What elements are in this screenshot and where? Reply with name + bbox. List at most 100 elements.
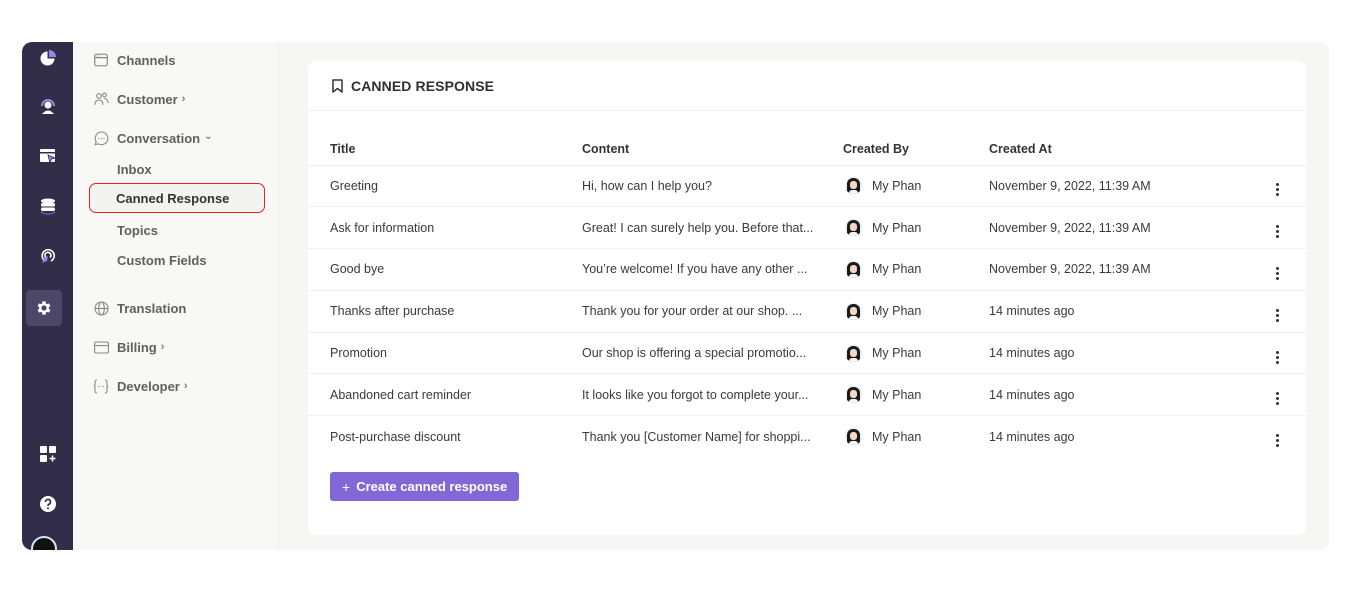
cell-title: Ask for information [330,220,435,235]
cell-title: Promotion [330,346,387,361]
rail-item-help[interactable] [22,488,73,520]
user-avatar[interactable] [31,536,57,550]
cell-created-by: My Phan [843,332,989,374]
gear-icon [35,299,53,317]
rail-item-widget[interactable] [22,140,73,172]
table-row[interactable]: Promotion Our shop is offering a special… [308,332,1306,374]
table-row[interactable]: Greeting Hi, how can I help you? My Phan… [308,165,1306,207]
chevron-down-icon: ⌄ [204,130,213,142]
column-header-content[interactable]: Content [582,137,843,165]
nav-label: Channels [117,52,176,68]
cell-created-at: 14 minutes ago [989,429,1075,444]
nav-label: Developer [117,378,180,394]
nav-item-billing[interactable]: Billing › [93,337,164,357]
page-title: CANNED RESPONSE [351,77,495,94]
bookmark-icon [332,78,343,93]
rail-item-engage[interactable] [22,240,73,272]
more-options-icon[interactable] [1276,392,1279,406]
more-options-icon[interactable] [1276,183,1279,197]
nav-item-inbox[interactable]: Inbox [117,159,152,179]
card-header: CANNED RESPONSE [308,61,1306,111]
plus-icon: + [342,478,351,495]
cell-created-at: November 9, 2022, 11:39 AM [989,262,1151,277]
creator-name: My Phan [872,262,922,277]
rail-item-data[interactable] [22,190,73,222]
database-icon [39,197,57,215]
cell-created-by: My Phan [843,249,989,291]
pie-chart-icon [39,49,57,67]
creator-name: My Phan [872,220,922,235]
cell-content: It looks like you forgot to complete you… [582,387,809,402]
table-row[interactable]: Good bye You’re welcome! If you have any… [308,249,1306,291]
rail-item-support[interactable] [22,90,73,122]
cell-content: Thank you for your order at our shop. ..… [582,304,803,319]
nav-item-conversation[interactable]: Conversation ⌄ [93,128,212,148]
nav-item-custom-fields[interactable]: Custom Fields [117,250,207,270]
code-braces-icon [93,378,109,394]
rail-item-settings[interactable] [26,290,62,326]
cell-content: Hi, how can I help you? [582,178,712,193]
creator: My Phan [843,177,989,195]
nav-label: Customer [117,91,178,107]
cell-title: Abandoned cart reminder [330,387,472,402]
help-icon [39,495,57,513]
cell-actions [1249,374,1306,416]
column-header-title[interactable]: Title [308,137,582,165]
table-row[interactable]: Post-purchase discount Thank you [Custom… [308,416,1306,458]
nav-item-customer[interactable]: Customer › [93,89,185,109]
column-header-created-at[interactable]: Created At [989,137,1249,165]
table-row[interactable]: Ask for information Great! I can surely … [308,207,1306,249]
more-options-icon[interactable] [1276,308,1279,322]
window-icon [93,52,109,68]
nav-label: Billing [117,339,157,355]
nav-item-translation[interactable]: Translation [93,298,186,318]
cell-actions [1249,332,1306,374]
nav-item-developer[interactable]: Developer › [93,376,188,396]
create-canned-response-button[interactable]: + Create canned response [330,472,520,501]
cell-created-at: November 9, 2022, 11:39 AM [989,178,1151,193]
chevron-right-icon: › [183,380,188,392]
avatar [845,219,862,237]
rail-item-dashboard[interactable] [22,42,73,74]
cell-created-at: 14 minutes ago [989,387,1075,402]
cell-title: Post-purchase discount [330,429,461,444]
app-window: Channels Customer › Conversation ⌄ Inbox… [22,42,1329,550]
column-header-actions [1249,137,1306,165]
creator-name: My Phan [872,387,922,402]
button-label: Create canned response [356,479,508,494]
nav-item-channels[interactable]: Channels [93,50,176,70]
table-row[interactable]: Thanks after purchase Thank you for your… [308,290,1306,333]
globe-icon [93,300,109,316]
chat-bubble-icon [93,130,109,146]
creator-name: My Phan [872,178,922,193]
column-header-created-by[interactable]: Created By [843,137,989,165]
cell-created-by: My Phan [843,374,989,416]
more-options-icon[interactable] [1276,434,1279,448]
table-row[interactable]: Abandoned cart reminder It looks like yo… [308,374,1306,416]
nav-label: Translation [117,300,187,316]
cell-created-at: 14 minutes ago [989,346,1075,361]
icon-rail [22,42,73,550]
canned-response-table: Title Content Created By Created At Gree… [308,137,1306,458]
rail-item-apps[interactable] [22,438,73,470]
cell-created-by: My Phan [843,416,989,458]
creator: My Phan [843,219,989,237]
cell-created-by: My Phan [843,207,989,249]
avatar [845,260,862,278]
nav-item-canned-response[interactable]: Canned Response [89,183,265,213]
cell-content: Thank you [Customer Name] for shoppi... [582,429,811,444]
more-options-icon[interactable] [1276,225,1279,239]
creator: My Phan [843,428,989,446]
cell-title: Good bye [330,262,385,277]
creator-name: My Phan [872,304,922,319]
chevron-right-icon: › [181,93,186,105]
cell-actions [1249,207,1306,249]
cell-created-at: November 9, 2022, 11:39 AM [989,220,1151,235]
nav-item-topics[interactable]: Topics [117,220,158,240]
avatar [845,428,862,446]
avatar [845,302,862,320]
more-options-icon[interactable] [1276,266,1279,280]
more-options-icon[interactable] [1276,350,1279,364]
creator: My Phan [843,302,989,320]
cell-created-by: My Phan [843,165,989,207]
